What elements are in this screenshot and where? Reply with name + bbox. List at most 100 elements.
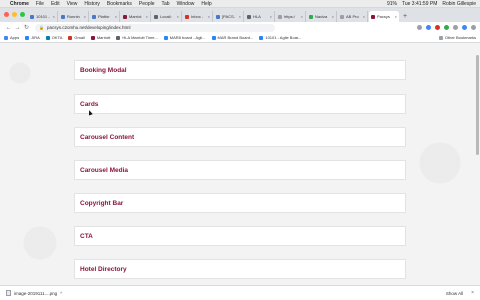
component-card-hotel-directory[interactable]: Hotel Directory xyxy=(74,259,406,279)
component-title: Cards xyxy=(80,100,99,108)
extension-icon[interactable] xyxy=(426,25,431,30)
favicon-icon xyxy=(154,14,158,19)
favicon-icon xyxy=(216,14,220,19)
close-tab-icon[interactable]: × xyxy=(53,14,55,19)
back-arrow-icon[interactable]: ← xyxy=(4,25,13,31)
forward-arrow-icon[interactable]: → xyxy=(13,25,22,31)
component-card-copyright-bar[interactable]: Copyright Bar xyxy=(74,193,406,213)
browser-tab[interactable]: Platfor × xyxy=(90,11,120,22)
new-tab-icon[interactable]: + xyxy=(403,11,407,22)
folder-icon xyxy=(438,35,443,40)
show-all-button[interactable]: Show All xyxy=(446,291,463,296)
tab-strip: 10101 - × Runnin × Platfor × Marriot × Local… xyxy=(0,8,480,22)
reload-icon[interactable]: ↻ xyxy=(22,24,31,31)
address-bar[interactable]: 🔒 pacsys.c2omhu.net/developing/index.htm… xyxy=(35,23,275,32)
bookmark-mar8-board[interactable]: MAR8 board - Agil... xyxy=(163,35,206,40)
file-icon xyxy=(6,290,11,296)
menu-view[interactable]: View xyxy=(67,1,78,7)
favicon-icon xyxy=(247,14,251,19)
close-tab-icon[interactable]: × xyxy=(84,14,86,19)
close-tab-icon[interactable]: × xyxy=(332,14,334,19)
menu-status-area: 91% Tue 3:41:59 PM Robin Gillespie xyxy=(382,1,480,7)
browser-tab[interactable]: Marriot × xyxy=(121,11,151,22)
menu-people[interactable]: People xyxy=(139,1,155,7)
close-tab-icon[interactable]: × xyxy=(301,14,303,19)
user-name[interactable]: Robin Gillespie xyxy=(442,1,476,7)
bookmarks-bar: Apps JIRA OKTA Gmail Marriott HLA Marrio… xyxy=(0,33,480,43)
menu-edit[interactable]: Edit xyxy=(51,1,60,7)
favicon-icon xyxy=(185,14,189,19)
close-tab-icon[interactable]: × xyxy=(146,14,148,19)
other-bookmarks[interactable]: Other Bookmarks xyxy=(438,35,476,40)
browser-tab[interactable]: Locali: × xyxy=(152,11,182,22)
menu-bookmarks[interactable]: Bookmarks xyxy=(107,1,132,7)
jira-icon xyxy=(259,35,264,40)
close-tab-icon[interactable]: × xyxy=(363,14,365,19)
okta-icon xyxy=(45,35,50,40)
component-card-booking-modal[interactable]: Booking Modal xyxy=(74,60,406,80)
menu-help[interactable]: Help xyxy=(201,1,211,7)
maximize-window-icon[interactable] xyxy=(20,12,25,17)
browser-tab[interactable]: HLA × xyxy=(245,11,275,22)
bookmark-mar-brand-board[interactable]: MAR Brand Board... xyxy=(211,35,253,40)
chevron-up-icon[interactable]: ^ xyxy=(60,291,62,296)
marriott-icon xyxy=(90,35,95,40)
lock-icon[interactable]: 🔒 xyxy=(39,25,44,30)
downloads-shelf: image-2019111....png ^ Show All × xyxy=(0,285,480,300)
browser-tab[interactable]: 10101 - × xyxy=(28,11,58,22)
component-title: Booking Modal xyxy=(80,66,127,74)
bookmark-agile-board[interactable]: 10101 - Agile Boar... xyxy=(259,35,301,40)
bookmark-apps[interactable]: Apps xyxy=(4,35,19,40)
menu-file[interactable]: File xyxy=(36,1,44,7)
menu-app-name[interactable]: Chrome xyxy=(10,1,29,7)
menu-tab[interactable]: Tab xyxy=(162,1,170,7)
component-card-cta[interactable]: CTA xyxy=(74,226,406,246)
download-item[interactable]: image-2019111....png ^ xyxy=(6,290,62,296)
menu-window[interactable]: Window xyxy=(177,1,195,7)
bookmark-jira[interactable]: JIRA xyxy=(25,35,40,40)
menu-kebab-icon[interactable] xyxy=(471,25,476,30)
close-tab-icon[interactable]: × xyxy=(115,14,117,19)
battery-indicator[interactable]: 91% xyxy=(387,1,397,7)
bookmark-hla-time[interactable]: HLA Marriott Time... xyxy=(116,35,158,40)
browser-tab[interactable]: Runnin × xyxy=(59,11,89,22)
close-tab-icon[interactable]: × xyxy=(270,14,272,19)
browser-tab[interactable]: [PACS- × xyxy=(214,11,244,22)
bookmark-gmail[interactable]: Gmail xyxy=(68,35,85,40)
component-card-carousel-media[interactable]: Carousel Media xyxy=(74,160,406,180)
star-icon[interactable] xyxy=(417,25,422,30)
favicon-icon xyxy=(123,14,127,19)
jira-icon xyxy=(25,35,30,40)
minimize-window-icon[interactable] xyxy=(12,12,17,17)
clock[interactable]: Tue 3:41:59 PM xyxy=(402,1,437,7)
browser-tab[interactable]: Inbox - × xyxy=(183,11,213,22)
component-title: Carousel Content xyxy=(80,133,135,141)
bookmark-okta[interactable]: OKTA xyxy=(45,35,62,40)
profile-avatar-icon[interactable] xyxy=(462,25,467,30)
download-filename: image-2019111....png xyxy=(14,290,58,296)
bookmark-marriott[interactable]: Marriott xyxy=(90,35,110,40)
favicon-icon xyxy=(61,14,65,19)
page-scrollbar[interactable] xyxy=(476,55,479,155)
close-icon[interactable]: × xyxy=(471,290,474,296)
component-card-cards[interactable]: Cards xyxy=(74,94,406,114)
browser-tab-active[interactable]: Pacsys × xyxy=(369,11,399,22)
jira-icon xyxy=(163,35,168,40)
favicon-icon xyxy=(309,14,313,19)
close-tab-icon[interactable]: × xyxy=(177,14,179,19)
extension-icon[interactable] xyxy=(435,25,440,30)
extension-icon[interactable] xyxy=(444,25,449,30)
menu-history[interactable]: History xyxy=(84,1,100,7)
favicon-icon xyxy=(92,14,96,19)
close-tab-icon[interactable]: × xyxy=(395,14,397,19)
close-window-icon[interactable] xyxy=(4,12,9,17)
browser-tab[interactable]: https:/× xyxy=(276,11,306,22)
close-tab-icon[interactable]: × xyxy=(239,14,241,19)
extension-icon[interactable] xyxy=(453,25,458,30)
component-card-carousel-content[interactable]: Carousel Content xyxy=(74,127,406,147)
close-tab-icon[interactable]: × xyxy=(208,14,210,19)
browser-tab[interactable]: Naviza × xyxy=(307,11,337,22)
favicon-icon xyxy=(371,14,375,19)
component-title: Carousel Media xyxy=(80,166,129,174)
browser-tab[interactable]: AB Pro × xyxy=(338,11,368,22)
